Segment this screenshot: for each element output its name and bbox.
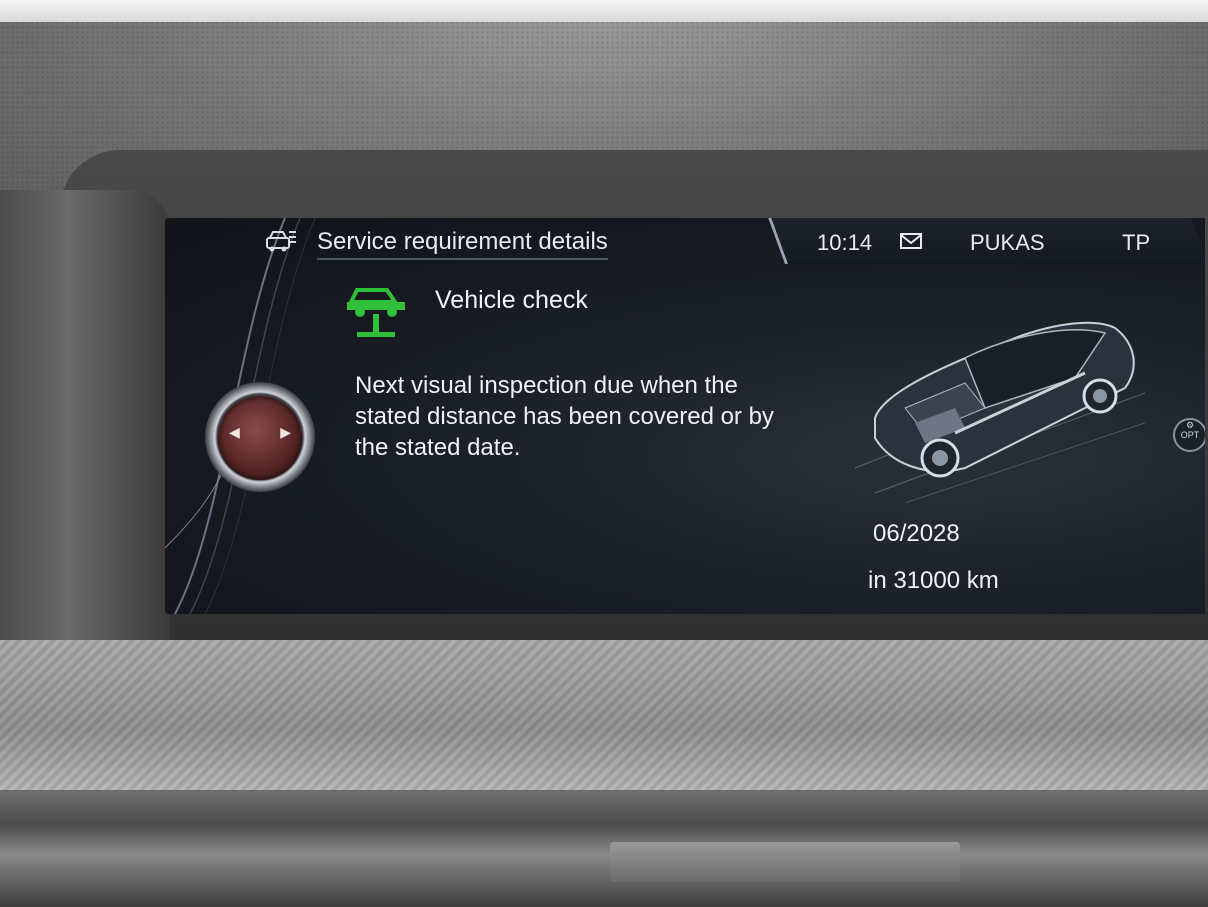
- vehicle-illustration: [854, 321, 1145, 504]
- due-distance: in 31000 km: [868, 567, 999, 594]
- left-right-arrows-icon: ◀ ▶: [229, 424, 291, 448]
- lower-dashboard-trim: [0, 640, 1208, 790]
- idrive-display: Service requirement details 10:14 PUKAS …: [165, 218, 1205, 614]
- left-trim-frame: [0, 190, 170, 650]
- left-arrow-icon: ◀: [229, 424, 240, 440]
- page-title: Service requirement details: [317, 228, 608, 260]
- screen-header: Service requirement details 10:14 PUKAS …: [265, 218, 1205, 266]
- vehicle-lift-icon: [347, 288, 405, 337]
- service-description: Next visual inspection due when the stat…: [355, 372, 774, 461]
- radio-station: PUKAS: [970, 230, 1045, 255]
- right-arrow-icon: ▶: [280, 424, 291, 440]
- vent-slot: [610, 842, 960, 882]
- due-date: 06/2028: [873, 520, 960, 547]
- options-button[interactable]: ⚙ OPT: [1173, 418, 1205, 452]
- windshield-glare: [0, 0, 1208, 22]
- service-item-title: Vehicle check: [435, 286, 588, 314]
- envelope-icon[interactable]: [900, 232, 922, 250]
- clock: 10:14: [817, 230, 873, 255]
- options-gear-icon: ⚙: [1185, 420, 1195, 430]
- service-car-list-icon: [266, 231, 296, 252]
- traffic-program-indicator: TP: [1122, 230, 1151, 255]
- center-vent-bar: [0, 790, 1208, 907]
- options-label: OPT: [1180, 430, 1200, 440]
